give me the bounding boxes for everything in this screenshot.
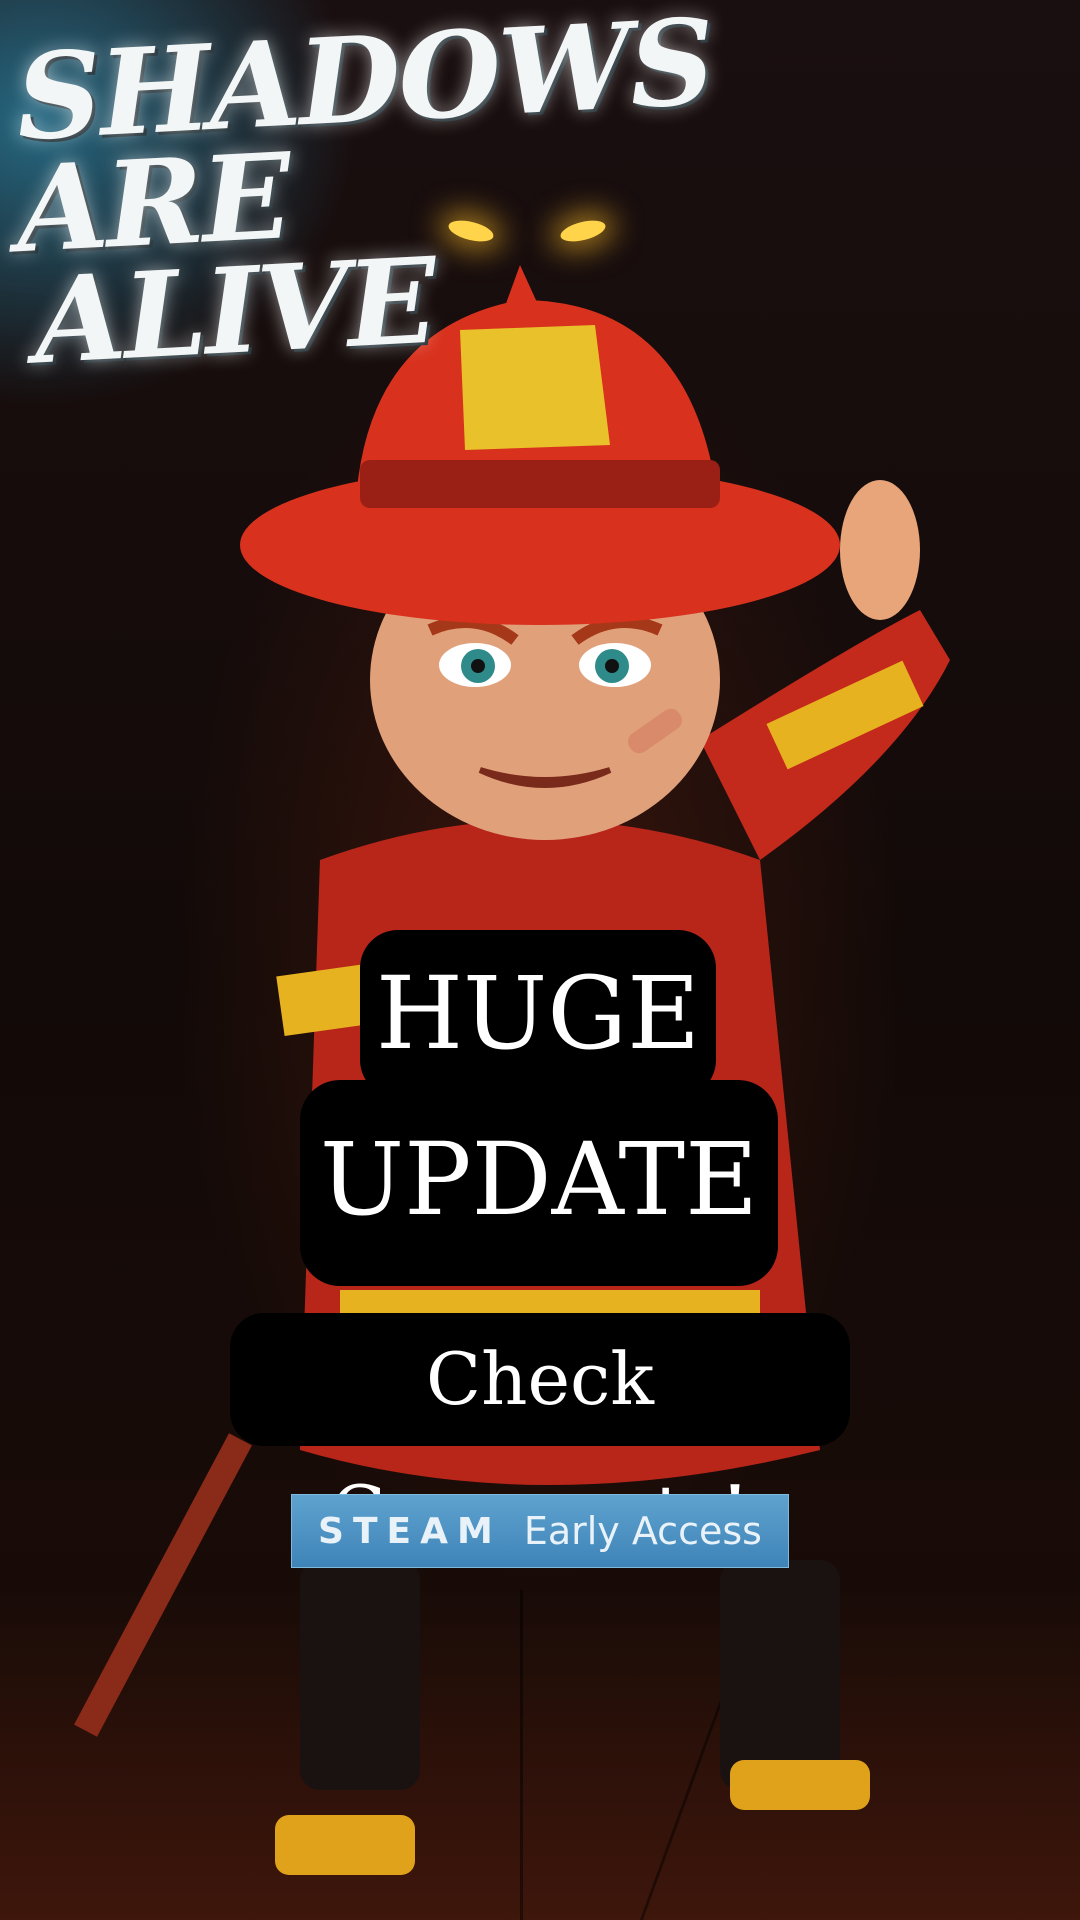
check-comments-caption: Check Comments! xyxy=(230,1313,850,1554)
steam-logo-text: STEAM xyxy=(318,1510,502,1552)
steam-early-access-badge: STEAM Early Access xyxy=(291,1494,789,1568)
headline-huge: HUGE xyxy=(360,930,716,1098)
headline-update: UPDATE xyxy=(300,1080,778,1286)
game-logo: SHADOWS ARE ALIVE xyxy=(13,0,717,391)
logo-line-3: ALIVE xyxy=(30,230,439,391)
early-access-label: Early Access xyxy=(523,1509,762,1553)
